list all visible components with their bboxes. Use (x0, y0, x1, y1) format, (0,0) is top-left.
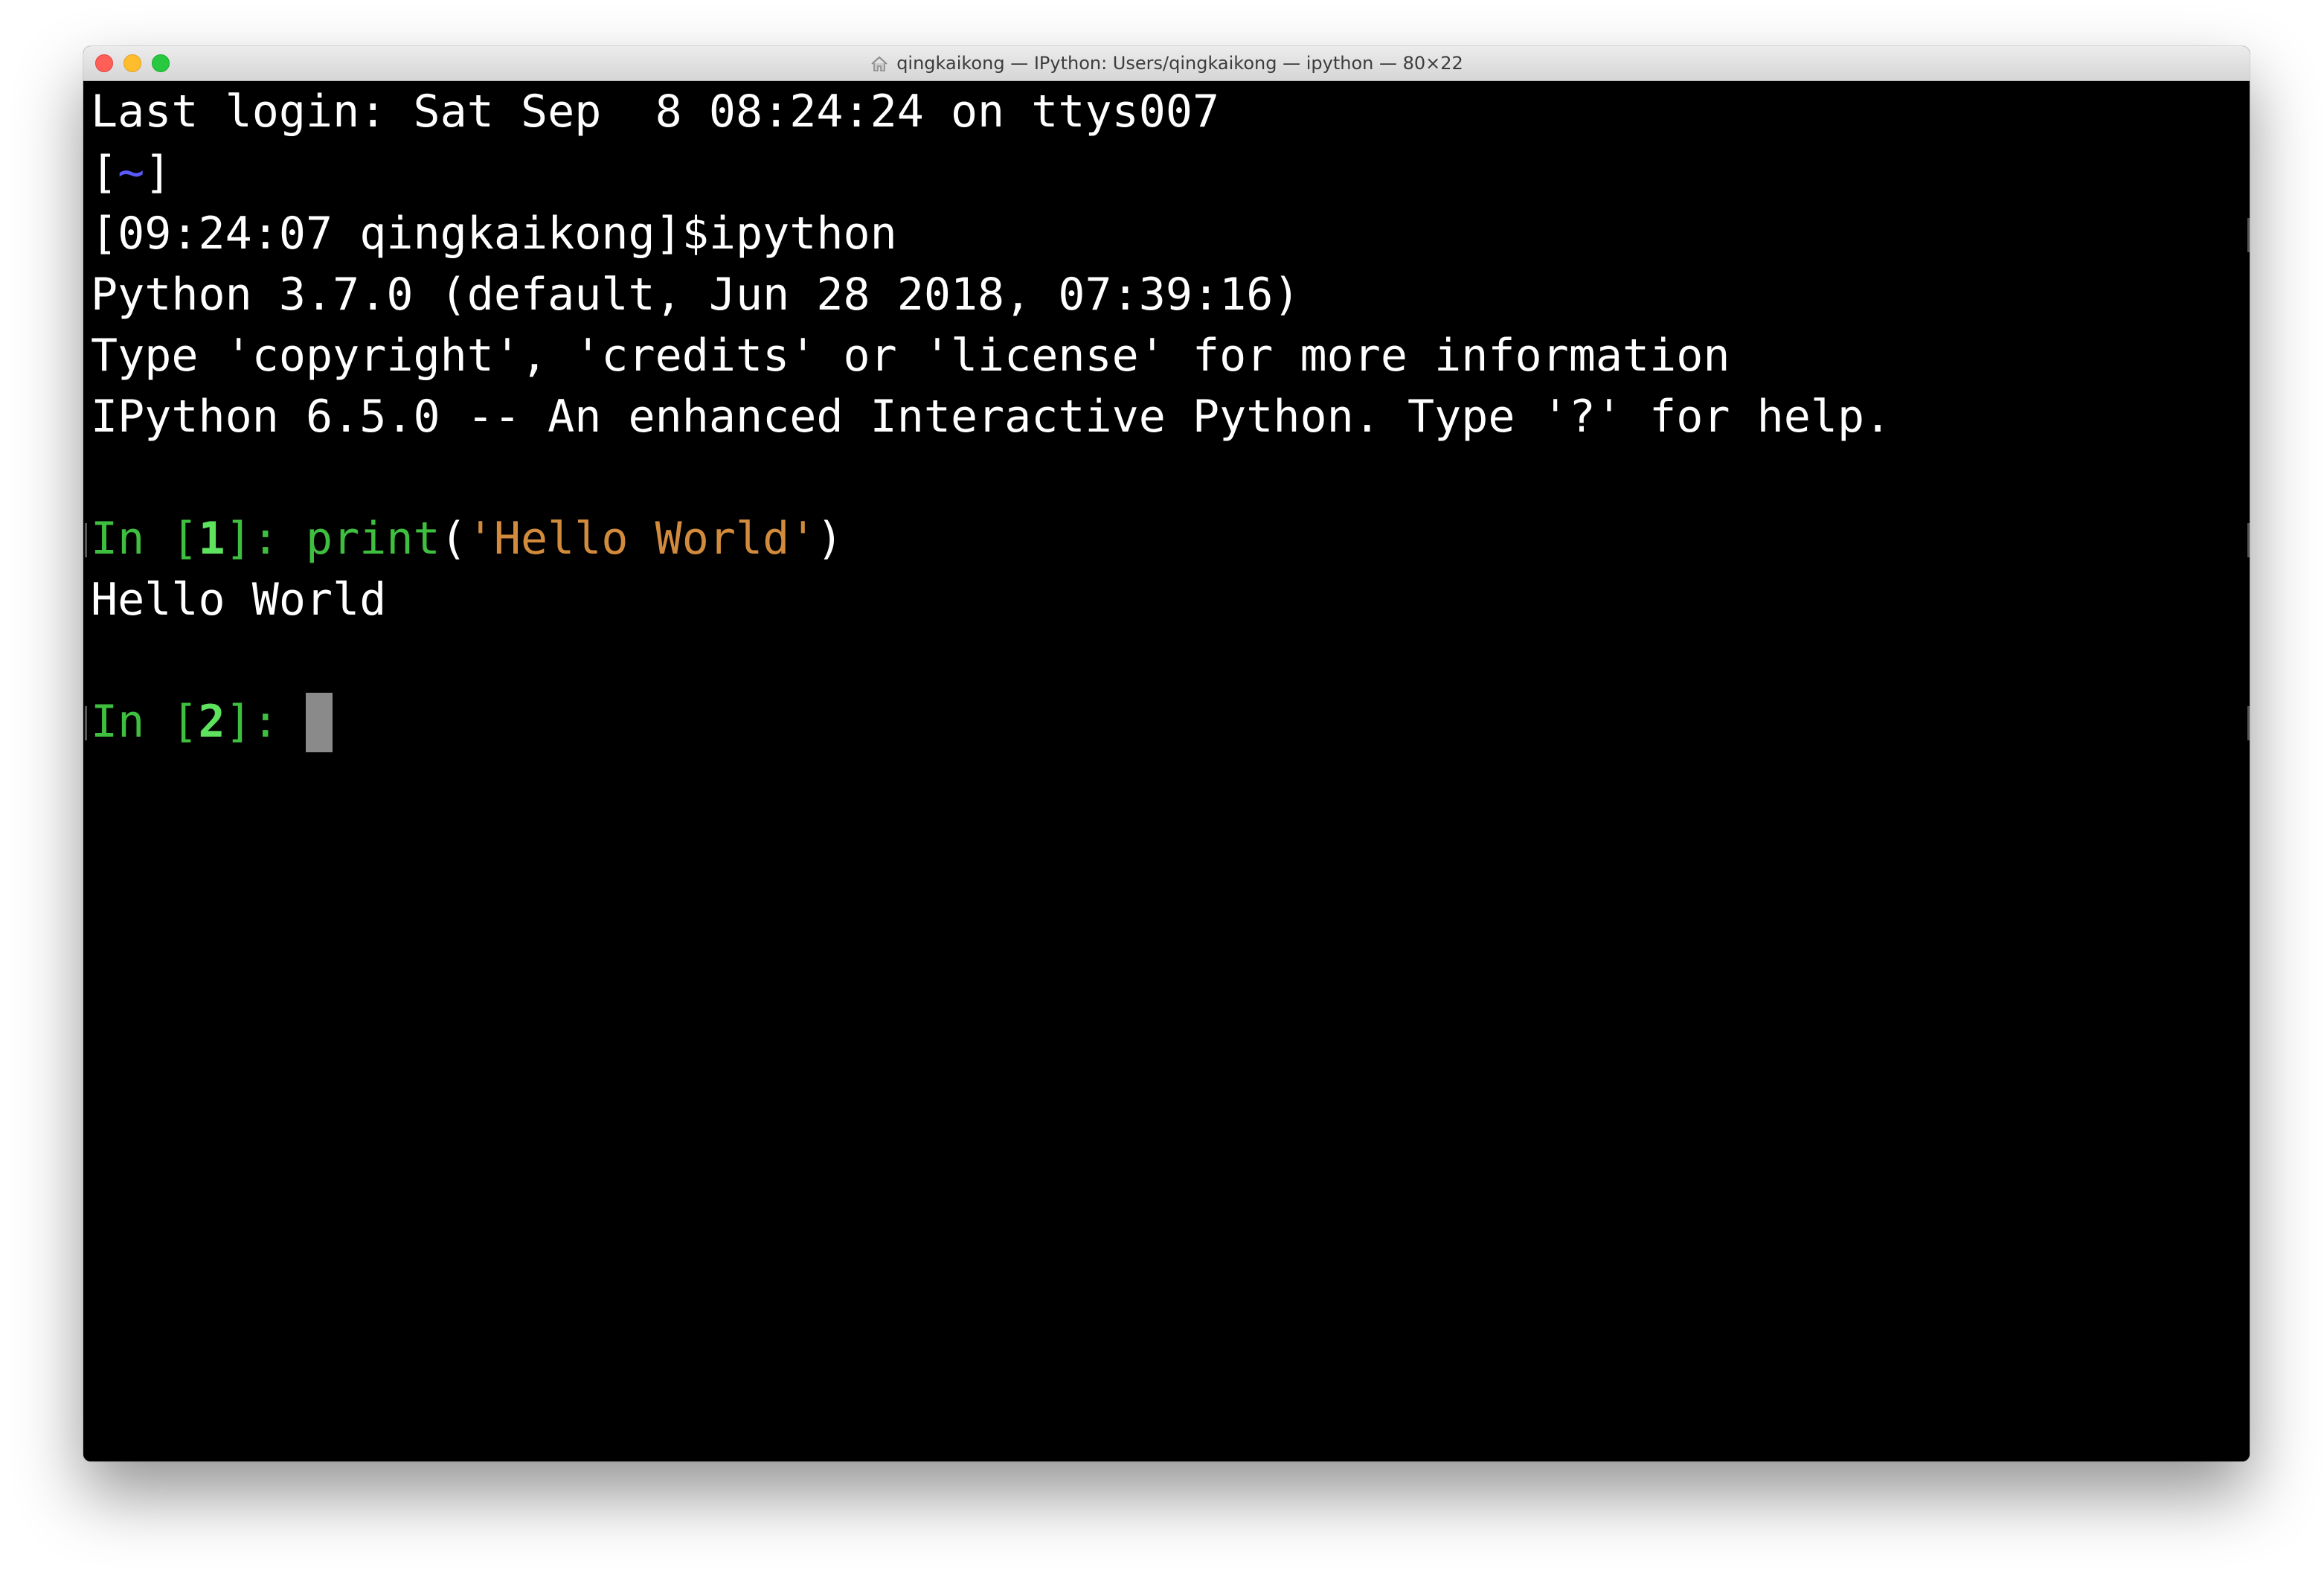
shell-prompt-text: [09:24:07 qingkaikong]$ipython (91, 208, 897, 260)
home-tilde: ~ (118, 147, 145, 199)
terminal-line-last-login: Last login: Sat Sep 8 08:24:24 on ttys00… (91, 86, 1220, 138)
line-mark-left (85, 523, 87, 557)
in-prompt-number: 2 (198, 696, 225, 748)
home-icon (870, 54, 889, 74)
code-function-name: print (306, 513, 440, 565)
terminal-line-cwd: [~] (91, 142, 2250, 203)
ipython-output-1: Hello World (91, 574, 387, 626)
in-prompt-prefix: In [ (91, 696, 199, 748)
in-prompt-number: 1 (198, 513, 225, 565)
terminal-output[interactable]: Last login: Sat Sep 8 08:24:24 on ttys00… (83, 81, 2250, 1461)
line-mark-right (2247, 706, 2250, 740)
in-prompt-suffix: ]: (225, 696, 306, 748)
terminal-line-type-info: Type 'copyright', 'credits' or 'license'… (91, 330, 1730, 382)
in-prompt-prefix: In [ (91, 513, 199, 565)
ipython-input-2[interactable]: In [2]: (85, 691, 2250, 753)
window-title-wrap: qingkaikong — IPython: Users/qingkaikong… (83, 46, 2250, 80)
bracket-open: [ (91, 147, 118, 199)
code-paren-open: ( (440, 513, 467, 565)
title-bar[interactable]: qingkaikong — IPython: Users/qingkaikong… (83, 46, 2250, 81)
code-string-literal: 'Hello World' (466, 513, 817, 565)
line-mark-right (2247, 523, 2250, 557)
terminal-line-ipython-banner: IPython 6.5.0 -- An enhanced Interactive… (91, 391, 1892, 443)
text-cursor[interactable] (306, 693, 333, 753)
terminal-line-python-version: Python 3.7.0 (default, Jun 28 2018, 07:3… (91, 269, 1300, 321)
code-paren-close: ) (816, 513, 844, 565)
bracket-close: ] (144, 147, 172, 199)
in-prompt-suffix: ]: (225, 513, 306, 565)
line-mark-right (2247, 218, 2250, 252)
window-title: qingkaikong — IPython: Users/qingkaikong… (896, 53, 1463, 74)
ipython-input-1: In [1]: print('Hello World') (85, 508, 2250, 569)
terminal-window: qingkaikong — IPython: Users/qingkaikong… (83, 46, 2250, 1461)
line-mark-left (85, 706, 87, 740)
terminal-line-shell-prompt: [09:24:07 qingkaikong]$ipython (91, 203, 2250, 264)
